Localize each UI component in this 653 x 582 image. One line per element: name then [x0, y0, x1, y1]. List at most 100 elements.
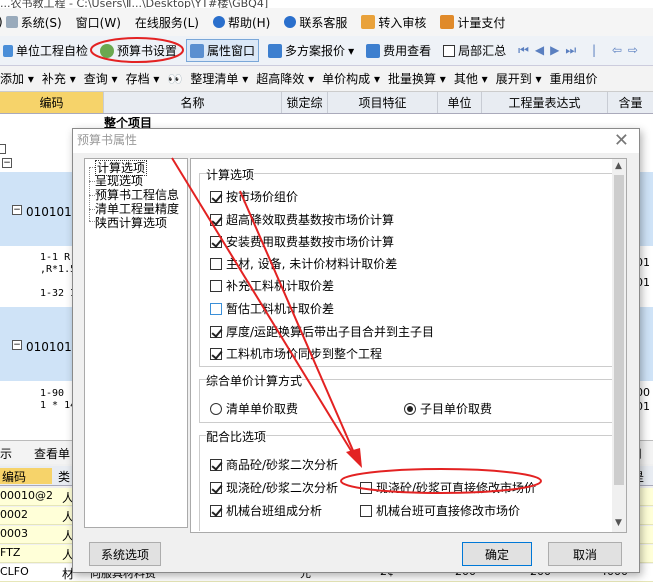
option-checkbox[interactable]: 工料机市场价同步到整个工程: [210, 345, 382, 362]
tree-connector: [89, 167, 90, 221]
ok-button[interactable]: 确定: [462, 542, 532, 566]
height-efficiency-button[interactable]: 超高降效 ▾: [256, 70, 314, 87]
gear-icon: [100, 43, 115, 58]
batch-convert-button[interactable]: 批量换算 ▾: [388, 70, 446, 87]
menubar: )系统(S) 窗口(W) 在线服务(L) 帮助(H) 联系客服 转入审核 计量支…: [0, 8, 653, 36]
collapse-icon[interactable]: [0, 144, 6, 154]
option-checkbox[interactable]: 主材, 设备, 未计价材料计取价差: [210, 255, 397, 272]
scroll-up-icon[interactable]: ▲: [615, 161, 622, 171]
grid-icon: [3, 44, 13, 57]
property-window-button[interactable]: 属性窗口: [186, 39, 260, 62]
table-row[interactable]: 1 * 14: [40, 400, 76, 411]
tree-item-project-info[interactable]: 预算书工程信息: [95, 188, 179, 202]
menu-item-help[interactable]: 帮助(H): [212, 14, 270, 31]
option-checkbox[interactable]: 超高降效取费基数按市场价计算: [210, 211, 394, 228]
fee-icon: [366, 43, 381, 58]
options-tree: 计算选项 呈现选项 预算书工程信息 清单工程量精度 陕西计算选项: [84, 158, 188, 528]
col-lock[interactable]: 锁定综: [282, 92, 328, 113]
option-checkbox[interactable]: 机械台班组成分析: [210, 502, 322, 519]
payment-icon: [440, 15, 455, 29]
dialog-body: 计算选项 呈现选项 预算书工程信息 清单工程量精度 陕西计算选项 计算选项 按市…: [73, 153, 639, 572]
edit-toolbar: 添加 ▾ 补充 ▾ 查询 ▾ 存档 ▾ 👀 整理清单 ▾ 超高降效 ▾ 单价构成…: [0, 66, 653, 92]
menu-item-system[interactable]: )系统(S): [0, 14, 62, 31]
nav-arrows[interactable]: ⏮◀▶⏭ | ⇦⇨: [515, 41, 647, 60]
options-panel: 计算选项 按市场价组价 超高降效取费基数按市场价计算 安装费用取费基数按市场价计…: [190, 158, 627, 533]
menu-item-support[interactable]: 联系客服: [284, 14, 347, 31]
tab-display[interactable]: 示: [0, 445, 12, 462]
col-name[interactable]: 名称: [104, 92, 282, 113]
col-code[interactable]: 编码: [0, 92, 104, 113]
col-quantity[interactable]: 工程量表达式: [482, 92, 608, 113]
expand-icon[interactable]: −: [12, 205, 22, 215]
option-checkbox[interactable]: 机械台班可直接修改市场价: [360, 502, 520, 519]
option-checkbox[interactable]: 现浇砼/砂浆二次分析: [210, 479, 338, 496]
grid-header: 编码 名称 锁定综 项目特征 单位 工程量表达式 含量: [0, 92, 653, 114]
menu-item-payment[interactable]: 计量支付: [440, 14, 505, 31]
fee-view-button[interactable]: 费用查看: [363, 40, 434, 61]
tree-item-shaanxi-options[interactable]: 陕西计算选项: [95, 216, 167, 230]
lower-col-type[interactable]: 类: [58, 468, 70, 485]
cancel-button[interactable]: 取消: [548, 542, 622, 566]
review-icon: [361, 15, 376, 29]
option-checkbox[interactable]: 按市场价组价: [210, 188, 298, 205]
col-content[interactable]: 含量: [608, 92, 653, 113]
tree-item-display-options[interactable]: 呈现选项: [95, 174, 143, 188]
scrollbar[interactable]: ▲ ▼: [612, 159, 626, 532]
partial-summary-toggle[interactable]: 局部汇总: [440, 40, 509, 61]
col-feature[interactable]: 项目特征: [328, 92, 438, 113]
dialog-title: 预算书属性: [77, 133, 138, 147]
query-button[interactable]: 查询 ▾: [84, 70, 118, 87]
menu-item-window[interactable]: 窗口(W): [76, 14, 121, 31]
group-title: 综合单价计算方式: [206, 372, 303, 389]
option-checkbox[interactable]: 暂估工料机计取价差: [210, 300, 334, 317]
mix-options-group: 配合比选项 商品砼/砂浆二次分析 现浇砼/砂浆二次分析 现浇砼/砂浆可直接修改市…: [199, 428, 614, 531]
tree-item-precision[interactable]: 清单工程量精度: [95, 202, 179, 216]
table-row[interactable]: ,R*1.5: [40, 264, 76, 275]
multi-quote-button[interactable]: 多方案报价 ▾: [265, 40, 357, 61]
self-check-button[interactable]: 单位工程自检: [0, 40, 91, 61]
collapse-icon[interactable]: −: [2, 158, 12, 168]
scroll-down-icon[interactable]: ▼: [615, 518, 622, 528]
expand-icon[interactable]: −: [12, 340, 22, 350]
system-options-button[interactable]: 系统选项: [89, 542, 161, 566]
lower-col-code[interactable]: 编码: [0, 468, 52, 484]
window-title: ...农书教工程 - C:\Users\Ⅱ...\Desktop\YT#楼\GB…: [0, 0, 653, 8]
add-button[interactable]: 添加 ▾: [0, 70, 34, 87]
close-icon[interactable]: ✕: [614, 130, 629, 151]
table-row[interactable]: 1-1 R: [40, 252, 70, 263]
option-checkbox[interactable]: 补充工料机计取价差: [210, 277, 334, 294]
menu-item-online[interactable]: 在线服务(L): [135, 14, 199, 31]
supplement-button[interactable]: 补充 ▾: [42, 70, 76, 87]
option-checkbox[interactable]: 商品砼/砂浆二次分析: [210, 456, 338, 473]
option-checkbox[interactable]: 安装费用取费基数按市场价计算: [210, 233, 394, 250]
option-checkbox[interactable]: 现浇砼/砂浆可直接修改市场价: [360, 479, 536, 496]
group-title: 配合比选项: [206, 428, 267, 445]
partial-summary-checkbox[interactable]: [443, 44, 456, 57]
group-title: 计算选项: [206, 166, 255, 183]
scroll-thumb[interactable]: [614, 175, 624, 485]
table-row[interactable]: 1-90: [40, 388, 64, 399]
tidy-list-button[interactable]: 整理清单 ▾: [190, 70, 248, 87]
archive-button[interactable]: 存档 ▾: [126, 70, 160, 87]
support-icon: [284, 16, 297, 28]
option-radio[interactable]: 子目单价取费: [404, 400, 492, 417]
reuse-price-button[interactable]: 重用组价: [550, 70, 598, 87]
tab-view-unit[interactable]: 查看单: [34, 445, 70, 462]
expand-to-button[interactable]: 展开到 ▾: [496, 70, 542, 87]
menu-item-review[interactable]: 转入审核: [361, 14, 426, 31]
budget-properties-dialog: 预算书属性 ✕ 计算选项 呈现选项 预算书工程信息 清单工程量精度 陕西计算选项…: [72, 128, 640, 573]
help-icon: [212, 16, 225, 28]
col-unit[interactable]: 单位: [438, 92, 482, 113]
option-checkbox[interactable]: 厚度/运距换算后带出子目合并到主子目: [210, 323, 434, 340]
calc-options-group: 计算选项 按市场价组价 超高降效取费基数按市场价计算 安装费用取费基数按市场价计…: [199, 166, 614, 367]
option-radio[interactable]: 清单单价取费: [210, 400, 298, 417]
binoculars-icon[interactable]: 👀: [167, 72, 182, 86]
multi-quote-icon: [268, 43, 283, 58]
unit-price-method-group: 综合单价计算方式 清单单价取费 子目单价取费: [199, 372, 614, 423]
budget-settings-button[interactable]: 预算书设置: [97, 40, 180, 61]
unit-price-button[interactable]: 单价构成 ▾: [322, 70, 380, 87]
table-row[interactable]: 1-32 I: [40, 288, 76, 299]
window-icon: [190, 43, 205, 58]
other-button[interactable]: 其他 ▾: [454, 70, 488, 87]
main-toolbar: 单位工程自检 预算书设置 属性窗口 多方案报价 ▾ 费用查看 局部汇总 ⏮◀▶⏭…: [0, 36, 653, 66]
